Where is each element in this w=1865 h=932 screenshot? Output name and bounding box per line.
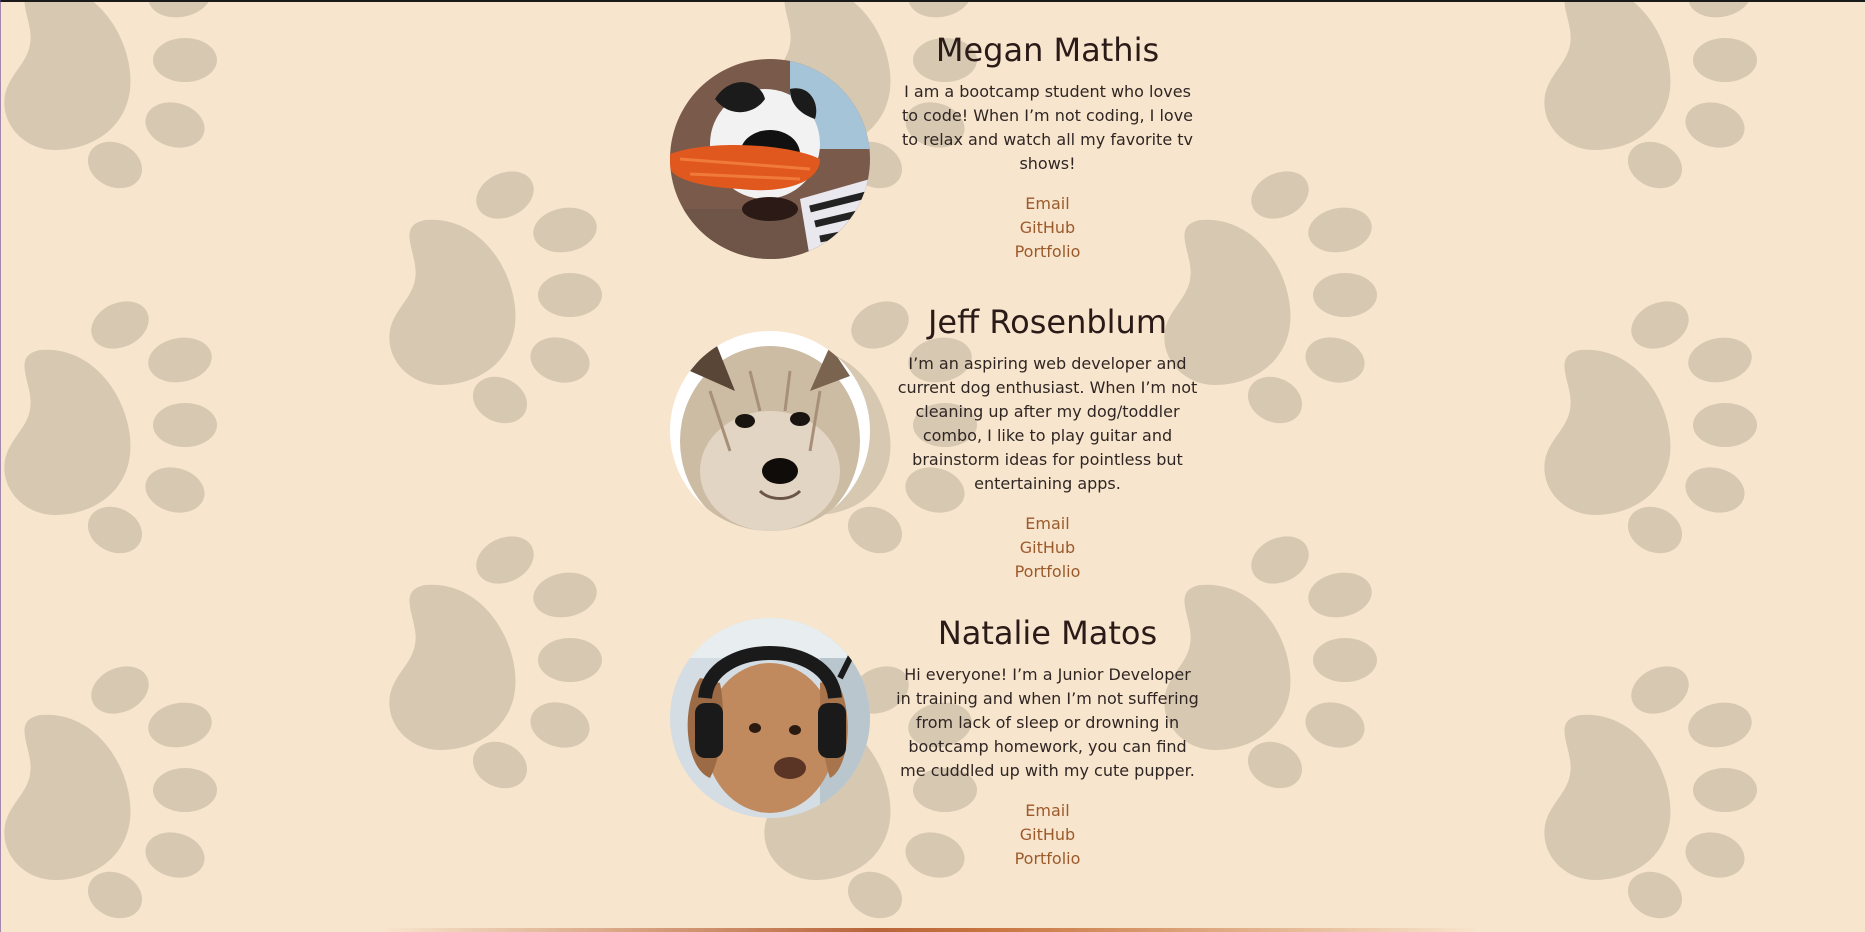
profile-bio: I’m an aspiring web developer and curren… bbox=[897, 354, 1198, 493]
email-link[interactable]: Email bbox=[895, 799, 1200, 823]
paw-print-icon bbox=[4, 0, 217, 197]
email-link[interactable]: Email bbox=[895, 192, 1200, 216]
profile-info: Megan Mathis I am a bootcamp student who… bbox=[895, 30, 1200, 264]
profile-name: Megan Mathis bbox=[935, 31, 1160, 69]
footer-divider bbox=[380, 928, 1480, 932]
dog-with-toy-photo-icon bbox=[670, 59, 870, 259]
portfolio-link[interactable]: Portfolio bbox=[895, 240, 1200, 264]
paw-print-icon bbox=[1544, 292, 1757, 562]
github-link[interactable]: GitHub bbox=[895, 216, 1200, 240]
profile-links: Email GitHub Portfolio bbox=[895, 799, 1200, 871]
github-link[interactable]: GitHub bbox=[895, 823, 1200, 847]
terrier-dog-photo-icon bbox=[670, 331, 870, 531]
github-link[interactable]: GitHub bbox=[895, 536, 1200, 560]
paw-print-icon bbox=[1544, 0, 1757, 197]
window-left-border bbox=[0, 0, 1, 932]
profile-name: Jeff Rosenblum bbox=[927, 303, 1167, 341]
paw-print-icon bbox=[4, 657, 217, 927]
email-link[interactable]: Email bbox=[895, 512, 1200, 536]
paw-print-icon bbox=[1544, 657, 1757, 927]
window-top-border bbox=[0, 0, 1865, 2]
profile-links: Email GitHub Portfolio bbox=[895, 512, 1200, 584]
portfolio-link[interactable]: Portfolio bbox=[895, 560, 1200, 584]
paw-print-icon bbox=[389, 527, 602, 797]
dog-with-headphones-photo-icon bbox=[670, 618, 870, 818]
paw-print-icon bbox=[4, 292, 217, 562]
profile-bio: Hi everyone! I’m a Junior Developer in t… bbox=[896, 665, 1199, 780]
profile-name: Natalie Matos bbox=[937, 614, 1158, 652]
portfolio-link[interactable]: Portfolio bbox=[895, 847, 1200, 871]
profile-links: Email GitHub Portfolio bbox=[895, 192, 1200, 264]
profile-info: Natalie Matos Hi everyone! I’m a Junior … bbox=[895, 613, 1200, 871]
profile-bio: I am a bootcamp student who loves to cod… bbox=[901, 82, 1194, 173]
paw-print-icon bbox=[389, 162, 602, 432]
profile-info: Jeff Rosenblum I’m an aspiring web devel… bbox=[895, 302, 1200, 584]
